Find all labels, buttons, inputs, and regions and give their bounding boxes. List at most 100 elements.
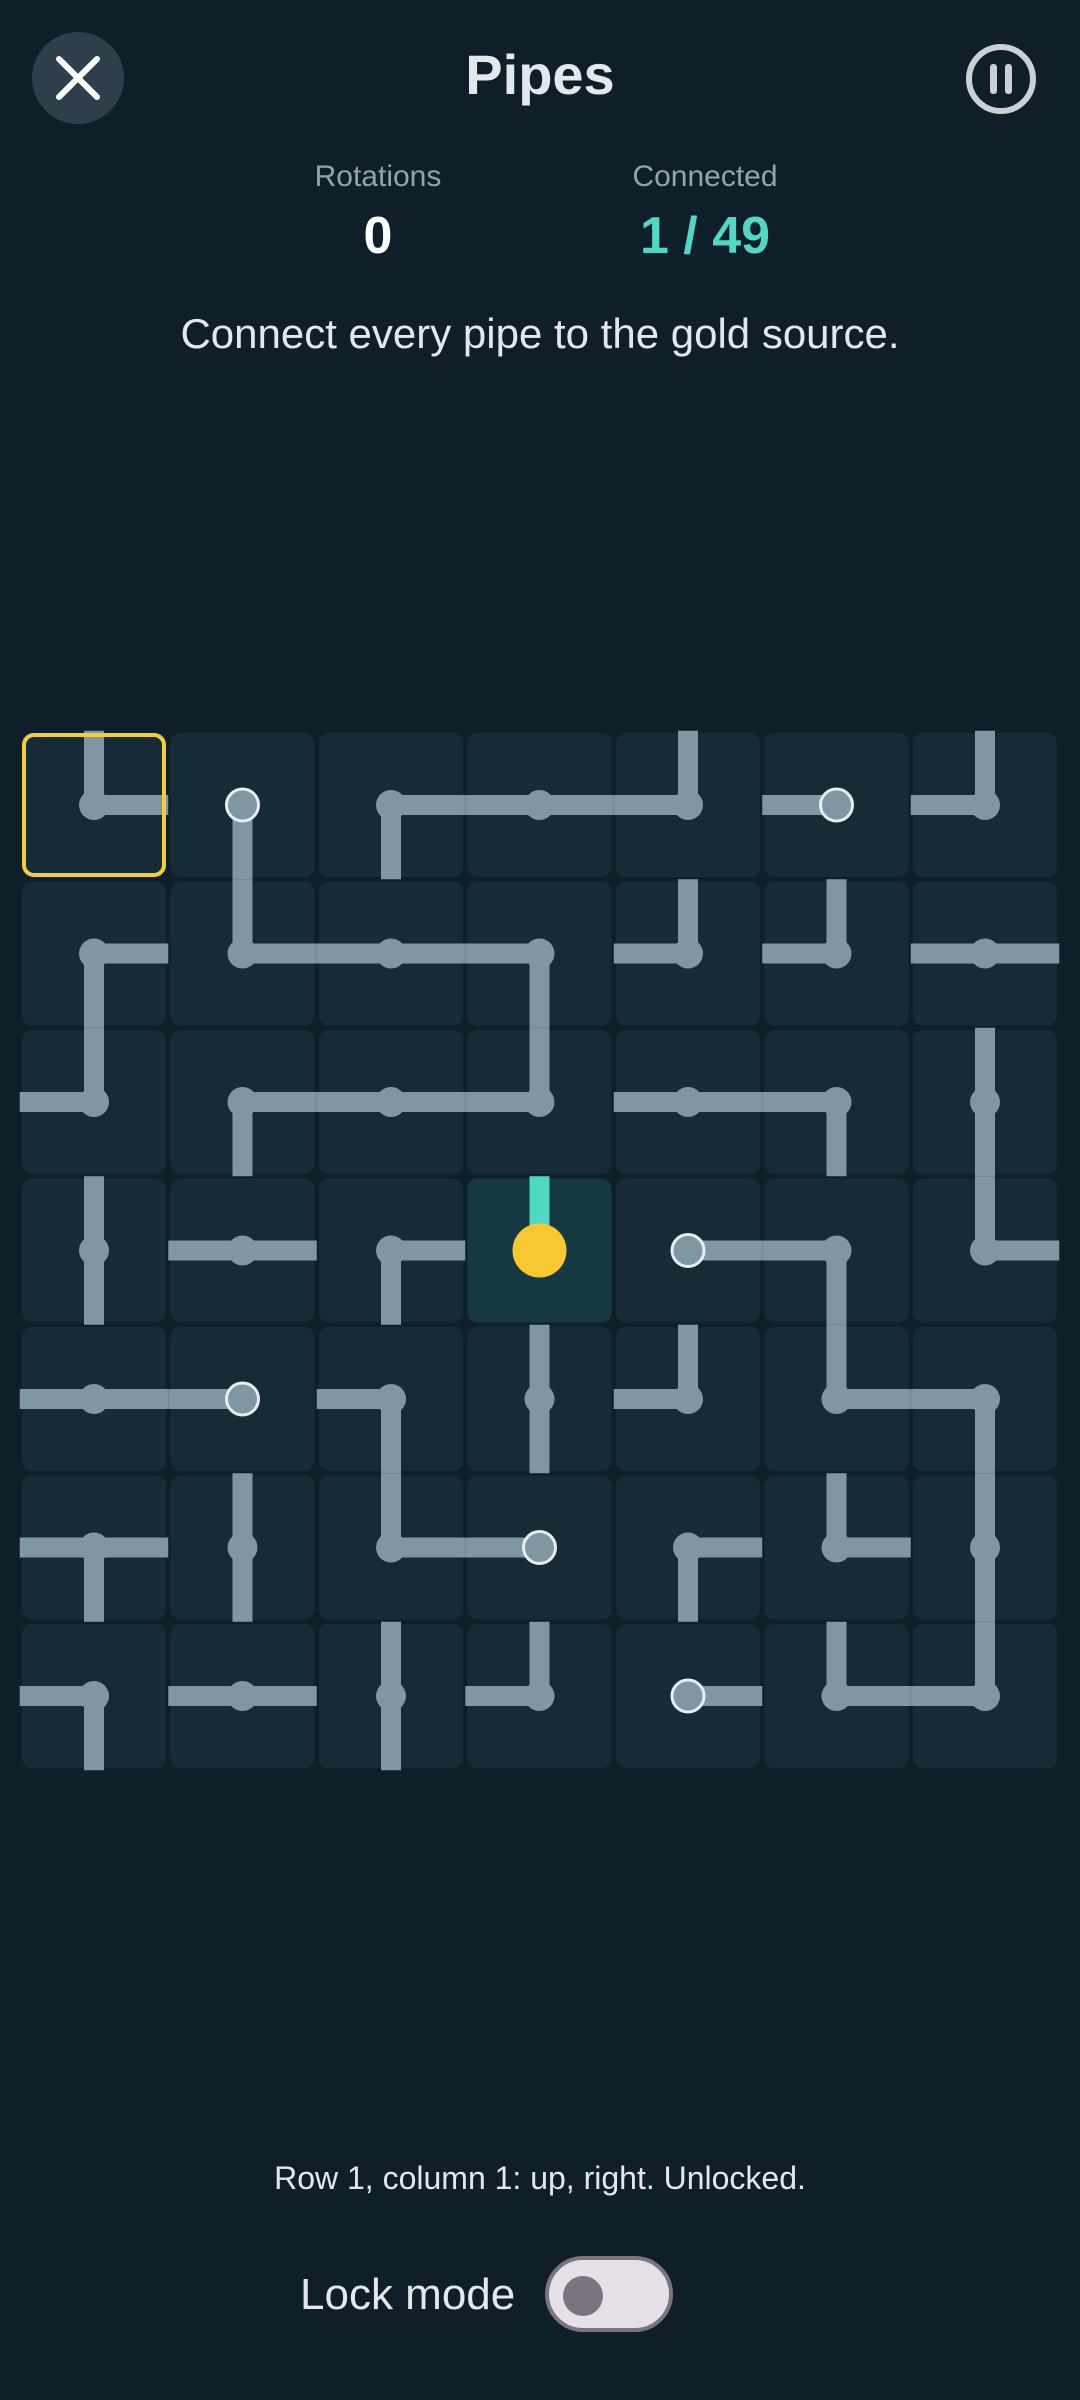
pipe-tile-r1-c5[interactable] bbox=[613, 730, 760, 877]
pipe-tile-r1-c6[interactable] bbox=[762, 733, 909, 877]
pipe-tile-r6-c4[interactable] bbox=[465, 1475, 612, 1620]
pipe-tile-r2-c7[interactable] bbox=[910, 881, 1060, 1026]
pipe-joint bbox=[79, 1681, 109, 1711]
pipe-joint bbox=[79, 1384, 109, 1414]
gold-source bbox=[512, 1223, 567, 1278]
pipe-tile-r7-c7[interactable] bbox=[910, 1621, 1057, 1768]
pipe-tile-r3-c1[interactable] bbox=[19, 1027, 166, 1174]
pipe-tile-r5-c3[interactable] bbox=[316, 1327, 463, 1474]
pipe-tile-r3-c3[interactable] bbox=[316, 1030, 466, 1174]
pipe-joint bbox=[79, 790, 109, 820]
pipe-joint bbox=[970, 1087, 1000, 1117]
pipe-tile-r5-c4[interactable] bbox=[467, 1324, 612, 1474]
instruction-text: Connect every pipe to the gold source. bbox=[180, 310, 900, 357]
pipe-tile-r7-c1[interactable] bbox=[19, 1624, 166, 1771]
pipe-endpoint bbox=[819, 787, 854, 823]
pipe-tile-r7-c5[interactable] bbox=[616, 1624, 763, 1768]
pipe-joint bbox=[821, 1384, 852, 1414]
pipe-tile-r3-c2[interactable] bbox=[170, 1030, 317, 1177]
pipe-tile-r1-c3[interactable] bbox=[319, 733, 466, 880]
pipe-joint bbox=[79, 938, 109, 969]
connected-value: 1 / 49 bbox=[639, 207, 771, 265]
pipe-joint bbox=[970, 1532, 1000, 1563]
connected-stat: Connected 1 / 49 bbox=[585, 160, 825, 266]
pipe-joint bbox=[376, 938, 406, 969]
pipe-joint bbox=[227, 1532, 258, 1563]
rotations-label: Rotations bbox=[314, 160, 442, 193]
pipe-tile-r4-c5[interactable] bbox=[616, 1178, 763, 1323]
pipe-tile-r7-c2[interactable] bbox=[168, 1624, 317, 1768]
pipe-tile-r7-c4[interactable] bbox=[465, 1621, 612, 1768]
pipe-tile-r7-c6[interactable] bbox=[764, 1621, 911, 1768]
pipe-tile-r1-c1[interactable] bbox=[22, 730, 169, 877]
pipe-joint bbox=[524, 938, 555, 969]
pipe-joint bbox=[821, 1681, 852, 1711]
pipe-joint bbox=[673, 1384, 703, 1414]
pipe-tile-r2-c2[interactable] bbox=[170, 879, 317, 1026]
pipe-endpoint bbox=[225, 1381, 260, 1417]
pipe-tile-r5-c2[interactable] bbox=[168, 1327, 315, 1471]
pipe-tile-r7-c3[interactable] bbox=[319, 1621, 463, 1771]
pipe-tile-r4-c7[interactable] bbox=[913, 1176, 1060, 1323]
pipe-endpoint bbox=[225, 787, 260, 823]
pipe-tile-r5-c1[interactable] bbox=[19, 1327, 169, 1471]
pipe-tile-r2-c4[interactable] bbox=[465, 881, 612, 1028]
pipe-tile-r4-c3[interactable] bbox=[319, 1178, 466, 1325]
pipe-endpoint bbox=[670, 1678, 706, 1714]
pipe-joint bbox=[79, 1087, 109, 1117]
pipe-tile-r4-c4[interactable] bbox=[467, 1176, 612, 1323]
lock-mode-toggle[interactable] bbox=[545, 2256, 673, 2332]
rotations-stat: Rotations 0 bbox=[258, 160, 498, 266]
pipe-joint bbox=[970, 1384, 1000, 1414]
pipe-joint bbox=[524, 1087, 555, 1117]
pipe-joint bbox=[524, 1681, 555, 1711]
pipe-joint bbox=[227, 1235, 258, 1266]
pipe-joint bbox=[376, 1384, 406, 1414]
pipe-joint bbox=[821, 1532, 852, 1563]
pipe-tile-r2-c6[interactable] bbox=[762, 879, 909, 1026]
pipe-tile-r5-c5[interactable] bbox=[613, 1324, 760, 1471]
pipe-tile-r3-c7[interactable] bbox=[913, 1027, 1057, 1177]
pipe-tile-r5-c6[interactable] bbox=[764, 1324, 911, 1471]
pipe-joint bbox=[227, 938, 258, 969]
pipe-tile-r2-c1[interactable] bbox=[22, 881, 169, 1028]
pipe-tile-r3-c5[interactable] bbox=[613, 1030, 763, 1174]
pipe-tile-r4-c2[interactable] bbox=[168, 1178, 317, 1323]
cell-status-text: Row 1, column 1: up, right. Unlocked. bbox=[274, 2160, 806, 2196]
pipe-tile-r2-c5[interactable] bbox=[613, 879, 760, 1026]
pipe-joint bbox=[970, 790, 1000, 820]
connected-label: Connected bbox=[632, 160, 778, 193]
lock-mode-label: Lock mode bbox=[300, 2270, 516, 2319]
pipe-joint bbox=[376, 1087, 406, 1117]
pipe-tile-r1-c7[interactable] bbox=[910, 730, 1057, 877]
pipe-joint bbox=[673, 1087, 703, 1117]
pipe-joint bbox=[970, 938, 1000, 969]
pipe-joint bbox=[673, 938, 703, 969]
pipe-joint bbox=[79, 1532, 109, 1563]
pipe-tile-r6-c3[interactable] bbox=[319, 1473, 466, 1620]
pipe-joint bbox=[376, 1235, 406, 1266]
pause-icon bbox=[966, 44, 1036, 114]
pipe-joint bbox=[524, 790, 555, 820]
pipe-tile-r1-c2[interactable] bbox=[170, 733, 315, 880]
pipe-tile-r6-c7[interactable] bbox=[913, 1473, 1057, 1622]
pipe-joint bbox=[524, 1384, 555, 1414]
pipe-tile-r1-c4[interactable] bbox=[465, 733, 614, 877]
pipe-joint bbox=[821, 938, 852, 969]
pipe-tile-r6-c5[interactable] bbox=[616, 1475, 763, 1622]
pipe-tile-r6-c1[interactable] bbox=[19, 1475, 169, 1622]
pipe-joint bbox=[821, 1087, 852, 1117]
pipe-joint bbox=[376, 790, 406, 820]
pipe-tile-r6-c2[interactable] bbox=[170, 1473, 315, 1622]
pipe-tile-r4-c1[interactable] bbox=[22, 1176, 166, 1325]
pipe-tile-r4-c6[interactable] bbox=[762, 1178, 909, 1325]
pipe-joint bbox=[227, 1681, 258, 1711]
pipe-tile-r3-c6[interactable] bbox=[762, 1030, 909, 1177]
pipe-tile-r5-c7[interactable] bbox=[910, 1327, 1057, 1474]
pipe-joint bbox=[376, 1681, 406, 1711]
pause-button[interactable] bbox=[964, 42, 1038, 116]
pipe-tile-r6-c6[interactable] bbox=[764, 1473, 911, 1620]
pipe-tile-r2-c3[interactable] bbox=[316, 881, 466, 1026]
pipe-tile-r3-c4[interactable] bbox=[465, 1027, 612, 1174]
pipe-joint bbox=[227, 1087, 258, 1117]
